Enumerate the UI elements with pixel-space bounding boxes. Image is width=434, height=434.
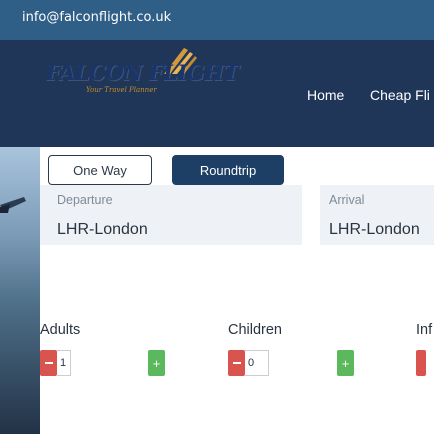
contact-email[interactable]: info@falconflight.co.uk (22, 10, 171, 25)
top-contact-bar: info@falconflight.co.uk (0, 0, 434, 40)
plus-icon: + (152, 355, 161, 371)
children-increase-button[interactable]: + (337, 350, 354, 376)
nav-cheap-flights[interactable]: Cheap Fli (370, 87, 430, 103)
children-count[interactable]: 0 (245, 350, 269, 376)
adults-count[interactable]: 1 (57, 350, 71, 376)
page: info@falconflight.co.uk FALCON FLIGHT Yo… (0, 0, 434, 434)
plus-icon: + (341, 355, 350, 371)
airplane-wing-icon (0, 197, 26, 213)
flight-search-panel: One Way Roundtrip Departure LHR-London A… (40, 147, 434, 434)
infants-label: Inf (416, 322, 433, 338)
logo-brand: FALCON FLIGHT (46, 60, 239, 85)
nav-home[interactable]: Home (307, 87, 344, 103)
departure-label: Departure (57, 193, 113, 207)
one-way-button[interactable]: One Way (48, 155, 152, 185)
adults-increase-button[interactable]: + (148, 350, 165, 376)
children-label: Children (228, 322, 282, 338)
minus-icon (232, 362, 241, 364)
adults-label: Adults (40, 322, 81, 338)
infants-decrease-button[interactable] (416, 350, 426, 376)
arrival-label: Arrival (329, 193, 365, 207)
arrival-value[interactable]: LHR-London (329, 221, 420, 239)
roundtrip-button[interactable]: Roundtrip (172, 155, 284, 185)
departure-value[interactable]: LHR-London (57, 221, 148, 239)
children-decrease-button[interactable] (228, 350, 245, 376)
background-scenery (0, 147, 40, 434)
main-nav: Home Cheap Fli (0, 87, 434, 107)
adults-decrease-button[interactable] (40, 350, 57, 376)
minus-icon (44, 362, 53, 364)
